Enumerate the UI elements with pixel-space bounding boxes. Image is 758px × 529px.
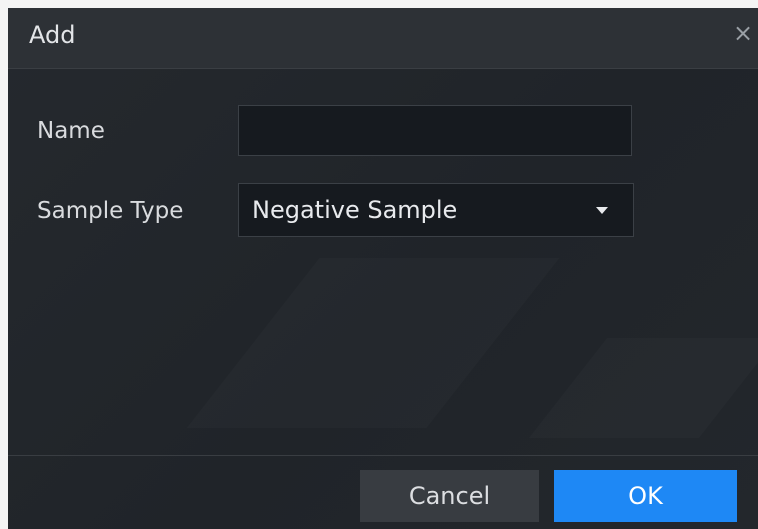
- caret-down-icon: [596, 207, 608, 214]
- name-label: Name: [37, 118, 105, 144]
- cancel-button[interactable]: Cancel: [360, 470, 539, 522]
- sample-type-dropdown[interactable]: Negative Sample: [238, 183, 634, 237]
- dialog-titlebar: Add ×: [8, 8, 758, 69]
- dialog-title: Add: [29, 21, 76, 49]
- footer-divider: [8, 455, 758, 456]
- sample-type-value: Negative Sample: [252, 196, 458, 224]
- background-watermark: [529, 338, 758, 438]
- name-input[interactable]: [238, 105, 632, 156]
- ok-button[interactable]: OK: [554, 470, 737, 522]
- sample-type-label: Sample Type: [37, 198, 184, 224]
- add-dialog: Add × Name Sample Type Negative Sample C…: [8, 8, 758, 529]
- background-watermark: [187, 258, 560, 428]
- close-icon[interactable]: ×: [732, 21, 754, 45]
- page: Add × Name Sample Type Negative Sample C…: [0, 0, 758, 529]
